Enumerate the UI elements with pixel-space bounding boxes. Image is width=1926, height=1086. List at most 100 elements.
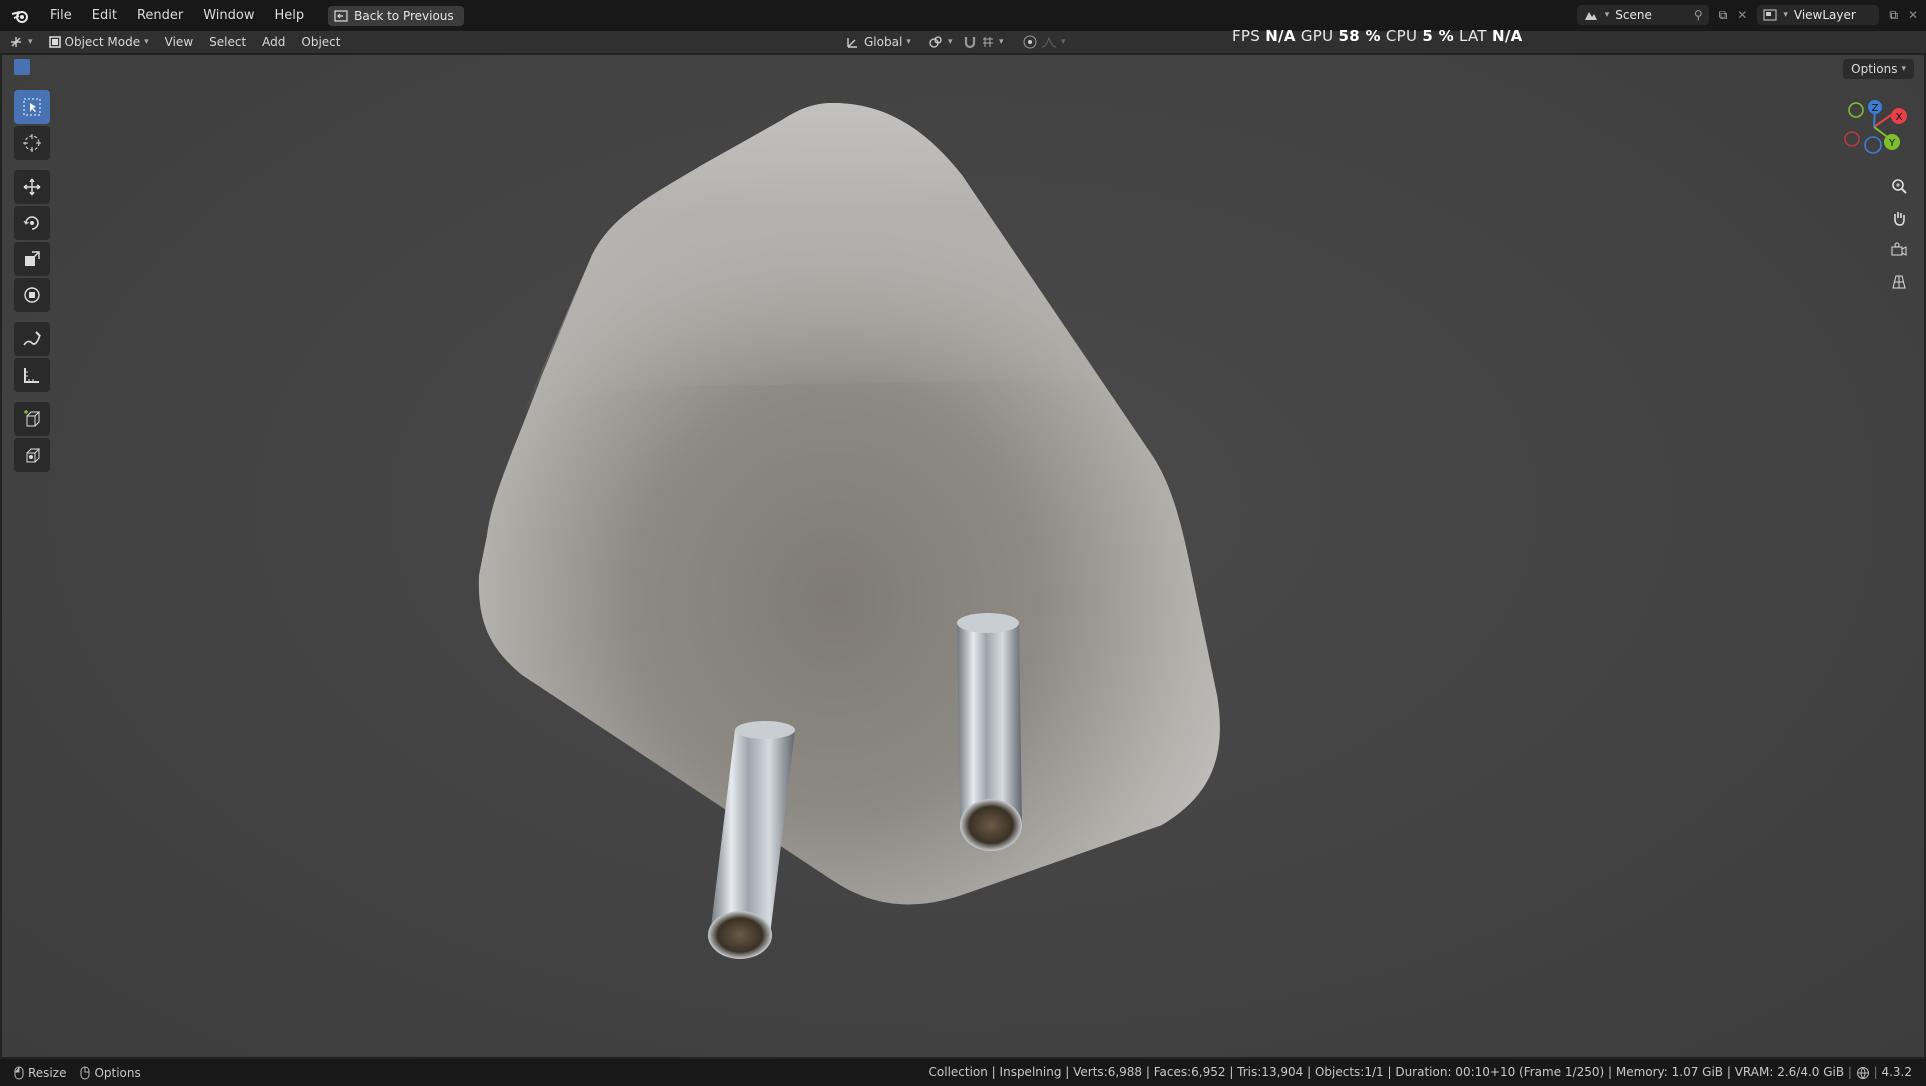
- pin-icon[interactable]: ⚲: [1694, 8, 1703, 22]
- fps-value: N/A: [1265, 27, 1296, 45]
- pivot-icon: [928, 35, 944, 49]
- gizmo-x-label: X: [1896, 112, 1903, 123]
- menu-select[interactable]: Select: [201, 31, 254, 53]
- back-icon: [334, 9, 348, 22]
- menu-file[interactable]: File: [40, 0, 82, 31]
- delete-scene-icon[interactable]: ✕: [1737, 8, 1747, 22]
- perspective-toggle-icon[interactable]: [1886, 269, 1912, 295]
- transform-icon: [24, 287, 40, 303]
- select-intersect-icon[interactable]: [90, 59, 106, 75]
- new-view-layer-icon[interactable]: ⧉: [1889, 8, 1898, 23]
- gizmo-z-label: Z: [1872, 103, 1879, 114]
- camera-view-icon[interactable]: [1886, 237, 1912, 263]
- proportional-editing-toggle[interactable]: ▾: [1015, 31, 1074, 53]
- status-bar: Resize Options Collection | Inspelning |…: [0, 1059, 1926, 1086]
- menu-help[interactable]: Help: [265, 0, 315, 31]
- scene-selector[interactable]: ▾ Scene ⚲: [1576, 5, 1709, 25]
- select-new-icon[interactable]: [14, 59, 30, 75]
- blender-logo-icon[interactable]: [0, 8, 40, 24]
- select-subtract-icon[interactable]: [52, 59, 68, 75]
- chevron-down-icon: ▾: [28, 37, 33, 47]
- snapping-toggle[interactable]: ▾: [955, 31, 1012, 53]
- orientation-label: Global: [864, 35, 903, 49]
- move-tool[interactable]: [14, 170, 50, 204]
- 3d-view-icon: [8, 35, 24, 49]
- transform-orientation-selector[interactable]: Global ▾: [838, 31, 919, 53]
- delete-view-layer-icon[interactable]: ✕: [1908, 8, 1918, 22]
- performance-stats: FPS N/A GPU 58 % CPU 5 % LAT N/A: [1232, 27, 1523, 45]
- navigation-gizmo[interactable]: Z X Y: [1842, 97, 1922, 169]
- chevron-down-icon: ▾: [1604, 10, 1610, 20]
- menu-add[interactable]: Add: [254, 31, 293, 53]
- object-mode-icon: [48, 36, 61, 48]
- zoom-icon[interactable]: [1886, 173, 1912, 199]
- scale-icon: [25, 251, 40, 266]
- menu-view[interactable]: View: [157, 31, 201, 53]
- options-status-label: Options: [94, 1065, 141, 1080]
- gizmo-neg-x-icon: [1844, 131, 1860, 147]
- resize-label: Resize: [28, 1065, 67, 1080]
- select-box-tool[interactable]: [14, 90, 50, 124]
- plug-model[interactable]: [2, 55, 1924, 1057]
- back-to-previous-button[interactable]: Back to Previous: [328, 5, 464, 26]
- version-label: 4.3.2: [1881, 1065, 1912, 1079]
- fps-label: FPS: [1232, 27, 1261, 45]
- menu-edit[interactable]: Edit: [82, 0, 127, 31]
- measure-tool[interactable]: [14, 358, 50, 392]
- gpu-label: GPU: [1300, 27, 1334, 45]
- editor-type-button[interactable]: ▾: [0, 31, 41, 53]
- add-cube-tool[interactable]: [14, 402, 50, 436]
- scale-tool[interactable]: [14, 242, 50, 276]
- view-layer-name: ViewLayer: [1793, 8, 1856, 22]
- rotate-icon: [23, 216, 39, 230]
- view-layer-selector[interactable]: ▾ ViewLayer: [1757, 5, 1880, 25]
- new-scene-icon[interactable]: ⧉: [1719, 8, 1728, 23]
- chevron-down-icon: ▾: [1061, 37, 1066, 47]
- status-resize: Resize: [14, 1066, 66, 1080]
- menu-render[interactable]: Render: [127, 0, 193, 31]
- lat-label: LAT: [1459, 27, 1487, 45]
- snap-target-icon[interactable]: [981, 35, 995, 49]
- magnet-icon: [963, 35, 977, 49]
- pan-hand-icon[interactable]: [1886, 205, 1912, 231]
- chevron-down-icon: ▾: [1901, 64, 1906, 74]
- rotate-tool[interactable]: [14, 206, 50, 240]
- mode-label: Object Mode: [64, 35, 141, 49]
- network-icon: [1856, 1066, 1870, 1080]
- scene-icon: [1583, 8, 1599, 22]
- add-cube-icon: [24, 410, 41, 427]
- add-cube-alt-tool[interactable]: [14, 438, 50, 472]
- select-extend-icon[interactable]: [33, 59, 49, 75]
- mode-selector[interactable]: Object Mode ▾: [41, 31, 157, 53]
- proportional-edit-icon: [1023, 35, 1037, 49]
- scene-statistics: Collection | Inspelning | Verts:6,988 | …: [928, 1065, 1912, 1080]
- gpu-value: 58 %: [1338, 27, 1381, 45]
- view-layer-icon: [1763, 9, 1777, 21]
- statistics-text: Collection | Inspelning | Verts:6,988 | …: [928, 1065, 1845, 1079]
- add-cube-alt-icon: [26, 448, 41, 463]
- measure-icon: [24, 368, 39, 383]
- chevron-down-icon: ▾: [1783, 10, 1788, 20]
- menu-object[interactable]: Object: [293, 31, 348, 53]
- cursor-tool[interactable]: [14, 126, 50, 160]
- menu-window[interactable]: Window: [193, 0, 264, 31]
- options-label: Options: [1851, 62, 1898, 76]
- tool-shelf: [14, 90, 52, 472]
- cpu-value: 5 %: [1422, 27, 1454, 45]
- 3d-viewport[interactable]: Options ▾ Z X Y: [0, 53, 1926, 1059]
- plug-pin-right[interactable]: [957, 613, 1022, 851]
- move-icon: [23, 178, 41, 196]
- options-button[interactable]: Options ▾: [1843, 59, 1914, 79]
- lat-value: N/A: [1491, 27, 1523, 45]
- chevron-down-icon: ▾: [144, 37, 149, 47]
- mouse-left-icon: [14, 1066, 24, 1080]
- chevron-down-icon: ▾: [948, 37, 953, 47]
- annotate-tool[interactable]: [14, 322, 50, 356]
- cursor-icon: [23, 134, 41, 152]
- status-options: Options: [80, 1065, 141, 1080]
- falloff-icon[interactable]: [1041, 36, 1057, 48]
- select-invert-icon[interactable]: [71, 59, 87, 75]
- transform-tool[interactable]: [14, 278, 50, 312]
- annotate-icon: [23, 331, 41, 346]
- select-box-icon: [23, 98, 41, 116]
